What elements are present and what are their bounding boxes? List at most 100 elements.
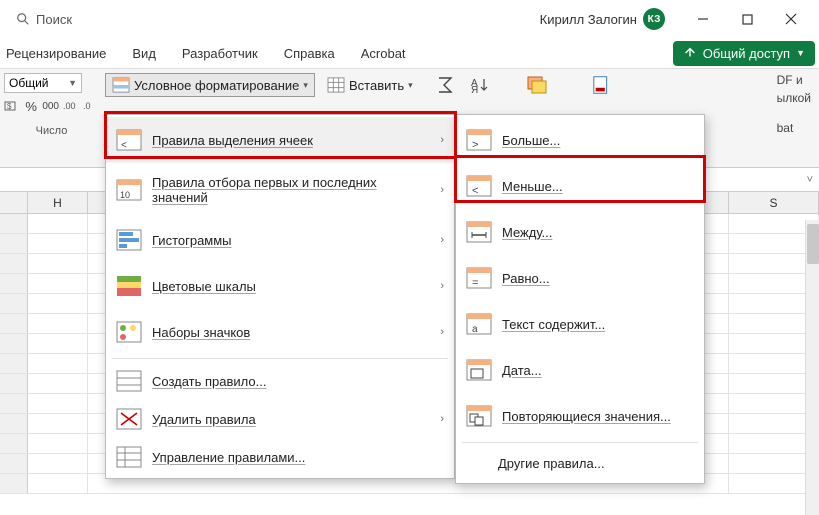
menu-item-label: Дата... [502,363,542,378]
pdf-text-1: DF и [777,73,811,87]
select-all-corner[interactable] [0,192,28,213]
menu-data-bars[interactable]: Гистограммы › [106,217,454,263]
increase-decimal-button[interactable]: .00 [63,97,79,115]
menu-clear-rules[interactable]: Удалить правила › [106,400,454,438]
menu-icon-sets[interactable]: Наборы значков › [106,309,454,355]
submenu-date-occurring[interactable]: Дата... [456,347,704,393]
clear-rules-icon [116,408,142,430]
number-group: Общий ▼ $ % 000 .00 .0 Число [4,73,99,137]
menu-color-scales[interactable]: Цветовые шкалы › [106,263,454,309]
formula-bar-expand[interactable]: ˅ [801,174,819,186]
avatar: КЗ [643,8,665,30]
duplicate-icon [466,405,492,427]
submenu-greater-than[interactable]: > Больше... [456,117,704,163]
number-format-value: Общий [9,76,49,90]
conditional-formatting-button[interactable]: Условное форматирование ▾ [105,73,315,97]
menu-item-label: Повторяющиеся значения... [502,409,671,424]
menu-item-label: Цветовые шкалы [152,279,256,294]
svg-text:.0: .0 [83,101,91,111]
chevron-right-icon: › [440,134,444,146]
share-label: Общий доступ [703,46,790,61]
tab-developer[interactable]: Разработчик [180,42,260,65]
search-placeholder: Поиск [36,12,72,27]
currency-icon[interactable]: $ [4,97,20,115]
chevron-right-icon: › [440,184,444,196]
autosum-button[interactable] [434,74,456,96]
close-button[interactable] [771,5,811,33]
user-name: Кирилл Залогин [540,12,637,27]
svg-text:a: a [472,324,478,335]
minimize-button[interactable] [683,5,723,33]
comma-button[interactable]: 000 [42,97,59,115]
percent-button[interactable]: % [24,97,38,115]
icon-sets-icon [116,321,142,343]
highlight-cells-icon: < [116,129,142,151]
tab-help[interactable]: Справка [282,42,337,65]
scroll-thumb[interactable] [807,224,819,264]
submenu-between[interactable]: Между... [456,209,704,255]
ribbon-tabs: Рецензирование Вид Разработчик Справка A… [0,38,819,68]
pdf-button[interactable] [592,74,614,96]
maximize-button[interactable] [727,5,767,33]
tab-view[interactable]: Вид [130,42,158,65]
chevron-right-icon: › [440,326,444,338]
conditional-formatting-menu: < Правила выделения ячеек › 10 Правила о… [105,114,455,479]
submenu-duplicate-values[interactable]: Повторяющиеся значения... [456,393,704,439]
menu-new-rule[interactable]: Создать правило... [106,362,454,400]
col-header-s[interactable]: S [729,192,819,213]
svg-text:<: < [472,185,478,197]
col-header-h[interactable]: H [28,192,88,213]
menu-item-label: Другие правила... [498,456,605,471]
conditional-formatting-label: Условное форматирование [134,78,299,93]
svg-text:<: < [121,140,127,151]
top-bottom-icon: 10 [116,179,142,201]
sort-filter-button[interactable]: AЯ [470,74,492,96]
pdf-text-3: bat [777,121,811,135]
greater-than-icon: > [466,129,492,151]
menu-manage-rules[interactable]: Управление правилами... [106,438,454,476]
menu-item-label: Больше... [502,133,560,148]
insert-cells-button[interactable]: Вставить ▾ [320,73,420,97]
chevron-down-icon: ▼ [68,78,77,88]
search-box[interactable]: Поиск [8,8,80,31]
number-format-select[interactable]: Общий ▼ [4,73,82,93]
number-group-label: Число [4,125,99,137]
user-account[interactable]: Кирилл Залогин КЗ [540,8,665,30]
svg-text:.00: .00 [63,101,76,111]
insert-cells-icon [327,77,345,93]
menu-top-bottom-rules[interactable]: 10 Правила отбора первых и последних зна… [106,163,454,217]
menu-item-label: Равно... [502,271,550,286]
decrease-decimal-button[interactable]: .0 [83,97,99,115]
menu-item-label: Удалить правила [152,412,256,427]
find-button[interactable] [526,74,548,96]
pdf-text-2: ылкой [777,91,811,105]
vertical-scrollbar[interactable] [805,220,819,515]
less-than-icon: < [466,175,492,197]
color-scales-icon [116,275,142,297]
text-contains-icon: a [466,313,492,335]
svg-text:10: 10 [120,190,130,200]
submenu-text-contains[interactable]: a Текст содержит... [456,301,704,347]
titlebar: Поиск Кирилл Залогин КЗ [0,0,819,38]
chevron-right-icon: › [440,234,444,246]
submenu-more-rules[interactable]: Другие правила... [456,446,704,481]
submenu-equal-to[interactable]: = Равно... [456,255,704,301]
tab-review[interactable]: Рецензирование [4,42,108,65]
menu-item-label: Создать правило... [152,374,266,389]
svg-text:Я: Я [471,85,478,94]
submenu-less-than[interactable]: < Меньше... [456,163,704,209]
menu-highlight-cells-rules[interactable]: < Правила выделения ячеек › [106,117,454,163]
tab-acrobat[interactable]: Acrobat [359,42,408,65]
manage-rules-icon [116,446,142,468]
share-icon [683,46,697,60]
chevron-down-icon: ▾ [303,80,308,91]
between-icon [466,221,492,243]
chevron-down-icon: ▼ [796,48,805,58]
menu-item-label: Управление правилами... [152,450,305,465]
share-button[interactable]: Общий доступ ▼ [673,41,815,66]
date-icon [466,359,492,381]
menu-separator [112,358,448,359]
data-bars-icon [116,229,142,251]
chevron-down-icon: ▾ [408,80,413,91]
menu-item-label: Правила отбора первых и последних значен… [152,175,430,205]
